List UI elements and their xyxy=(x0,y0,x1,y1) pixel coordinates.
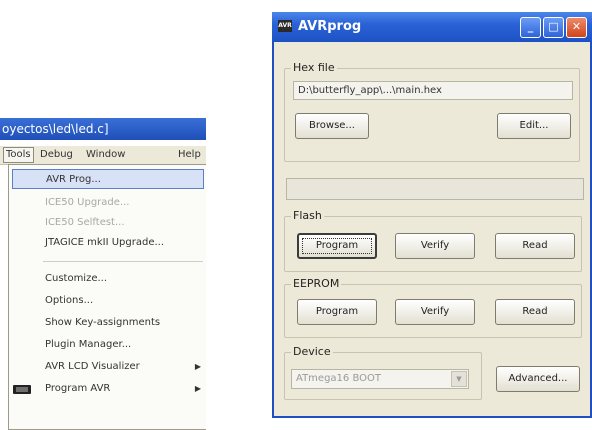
menu-debug[interactable]: Debug xyxy=(40,148,73,162)
hexfile-path-field[interactable]: D:\butterfly_app\...\main.hex xyxy=(293,81,573,100)
chevron-down-icon: ▼ xyxy=(451,371,467,387)
menu-item-ice50-upgrade[interactable]: ICE50 Upgrade... xyxy=(9,193,207,213)
close-button[interactable]: ✕ xyxy=(566,17,587,38)
minimize-button[interactable]: _ xyxy=(520,17,541,38)
hexfile-group: Hex file D:\butterfly_app\...\main.hex B… xyxy=(284,61,580,162)
ide-titlebar: oyectos\led\led.c] xyxy=(0,118,206,140)
advanced-button[interactable]: Advanced... xyxy=(496,366,580,392)
menu-item-ice50-selftest[interactable]: ICE50 Selftest... xyxy=(9,213,207,233)
ide-menubar: Tools Debug Window Help xyxy=(0,146,206,165)
menu-window[interactable]: Window xyxy=(86,148,125,162)
menu-item-plugin-manager[interactable]: Plugin Manager... xyxy=(9,335,207,355)
menu-help[interactable]: Help xyxy=(178,148,201,162)
menu-item-show-key-assignments[interactable]: Show Key-assignments xyxy=(9,313,207,333)
window-titlebar[interactable]: AVR AVRprog _ □ ✕ xyxy=(272,12,592,42)
menu-item-customize[interactable]: Customize... xyxy=(9,269,207,289)
submenu-arrow-icon: ▶ xyxy=(194,384,201,393)
device-select[interactable]: ATmega16 BOOT ▼ xyxy=(291,369,469,389)
hexfile-group-label: Hex file xyxy=(291,61,337,74)
progress-bar xyxy=(286,178,584,200)
chip-programmer-icon xyxy=(13,385,31,394)
window-title: AVRprog xyxy=(298,19,362,34)
flash-program-button[interactable]: Program xyxy=(297,233,377,259)
menu-item-avr-prog[interactable]: AVR Prog... xyxy=(12,169,204,189)
eeprom-group: EEPROM Program Verify Read xyxy=(284,277,582,338)
ide-window: oyectos\led\led.c] Tools Debug Window He… xyxy=(0,118,206,430)
device-group: Device ATmega16 BOOT ▼ xyxy=(284,345,482,400)
eeprom-program-button[interactable]: Program xyxy=(297,299,377,325)
menu-separator xyxy=(43,261,203,262)
browse-button[interactable]: Browse... xyxy=(295,113,369,139)
menu-item-program-avr[interactable]: Program AVR ▶ xyxy=(9,379,207,399)
device-select-value: ATmega16 BOOT xyxy=(296,373,381,384)
device-group-label: Device xyxy=(291,345,333,358)
avr-app-icon: AVR xyxy=(278,20,292,32)
eeprom-read-button[interactable]: Read xyxy=(495,299,575,325)
menu-item-label: Program AVR xyxy=(45,383,111,394)
submenu-arrow-icon: ▶ xyxy=(194,362,201,371)
eeprom-verify-button[interactable]: Verify xyxy=(395,299,475,325)
avrprog-window: AVR AVRprog _ □ ✕ Hex file D:\butterfly_… xyxy=(272,12,592,418)
flash-verify-button[interactable]: Verify xyxy=(395,233,475,259)
menu-tools[interactable]: Tools xyxy=(3,147,34,163)
flash-read-button[interactable]: Read xyxy=(495,233,575,259)
flash-group: Flash Program Verify Read xyxy=(284,209,582,272)
tools-dropdown-menu: AVR Prog... ICE50 Upgrade... ICE50 Selft… xyxy=(8,164,206,430)
maximize-button[interactable]: □ xyxy=(543,17,564,38)
menu-item-avr-lcd-visualizer[interactable]: AVR LCD Visualizer ▶ xyxy=(9,357,207,377)
edit-button[interactable]: Edit... xyxy=(497,113,571,139)
menu-item-jtagice-upgrade[interactable]: JTAGICE mkII Upgrade... xyxy=(9,233,207,253)
flash-group-label: Flash xyxy=(291,209,324,222)
menu-item-options[interactable]: Options... xyxy=(9,291,207,311)
eeprom-group-label: EEPROM xyxy=(291,277,342,290)
menu-item-label: AVR LCD Visualizer xyxy=(45,361,140,372)
